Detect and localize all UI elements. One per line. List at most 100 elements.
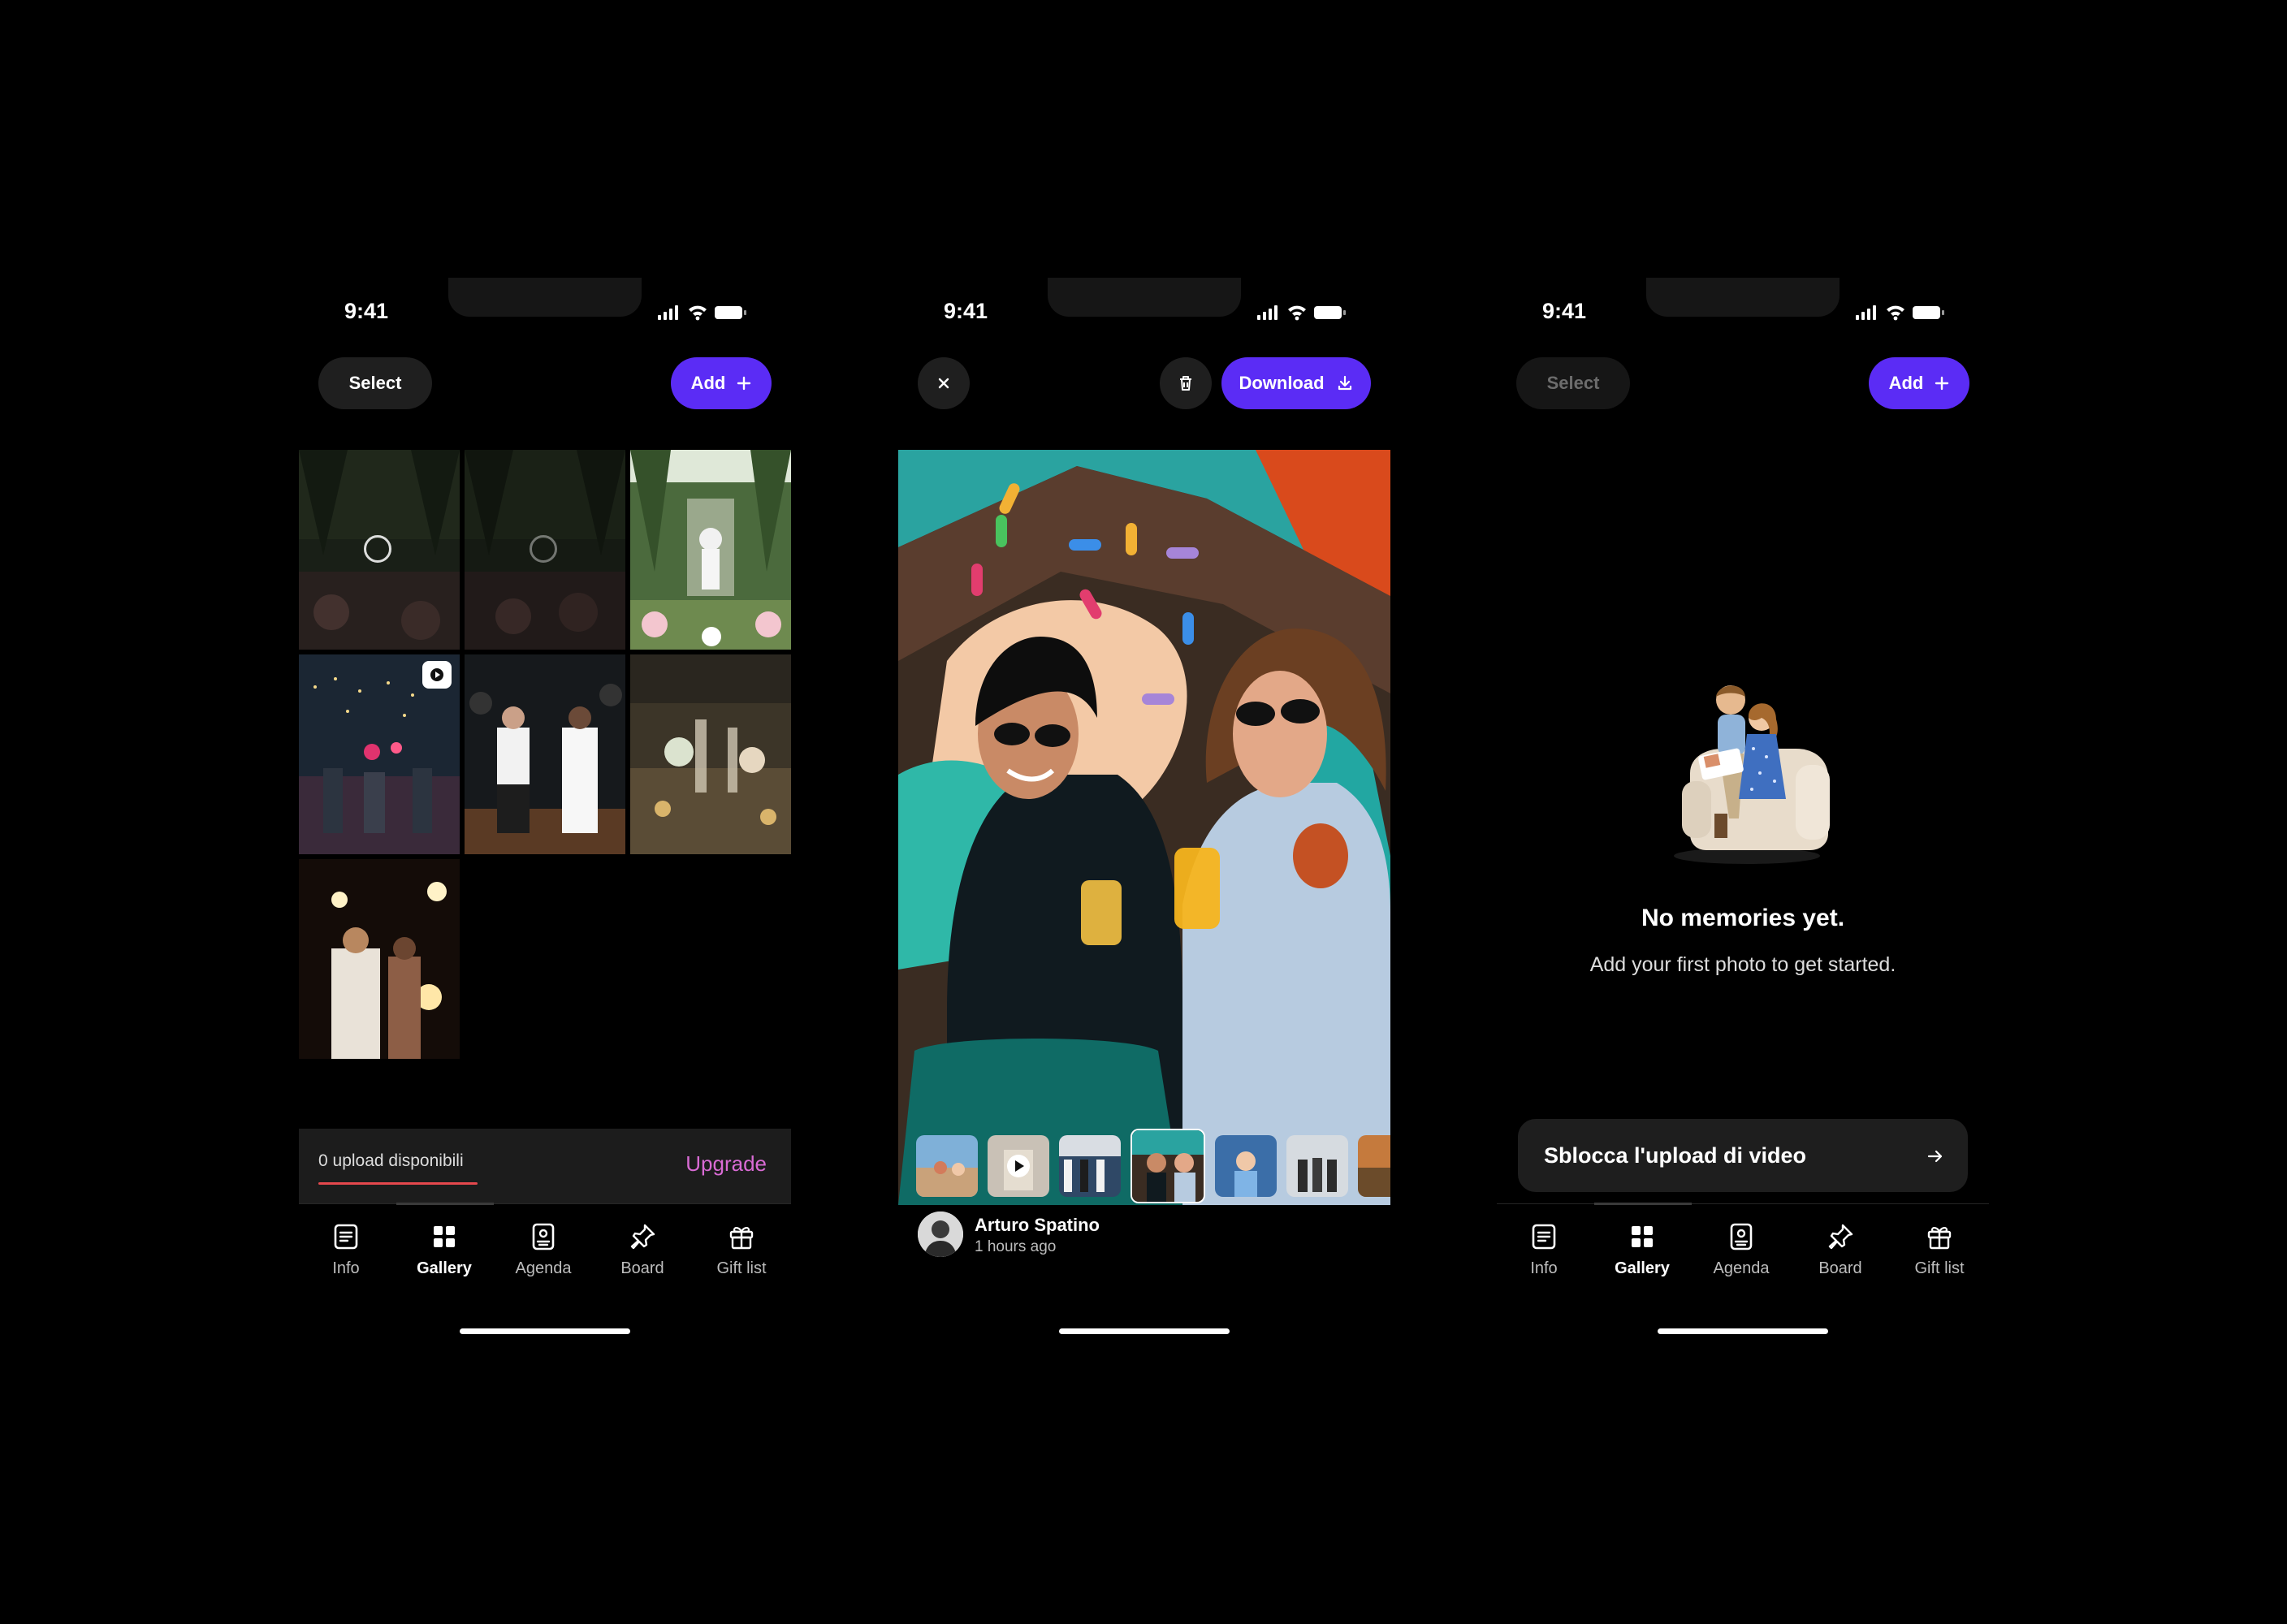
add-button-label: Add xyxy=(690,373,726,393)
close-button[interactable] xyxy=(918,357,970,409)
thumbnail[interactable] xyxy=(1358,1135,1390,1197)
avatar-image xyxy=(918,1212,963,1257)
status-bar: 9:41 xyxy=(1497,278,1989,343)
agenda-icon xyxy=(527,1220,560,1253)
author-info: Arturo Spatino 1 hours ago xyxy=(918,1212,1373,1260)
tab-gift-list[interactable]: Gift list xyxy=(1895,1220,1984,1278)
thumbnail-image xyxy=(916,1135,978,1197)
plus-icon xyxy=(737,376,751,391)
select-button-disabled[interactable]: Select xyxy=(1516,357,1630,409)
select-button-label: Select xyxy=(348,373,402,393)
tab-info[interactable]: Info xyxy=(301,1220,391,1278)
pin-icon xyxy=(1824,1220,1857,1253)
photo-viewer-screen: 9:41 Download Arturo Spatino 1 hours ago xyxy=(898,278,1390,1341)
close-icon xyxy=(938,378,949,389)
thumbnail-strip[interactable] xyxy=(898,1122,1390,1205)
upload-quota-bar: 0 upload disponibili Upgrade xyxy=(299,1129,791,1203)
tab-board[interactable]: Board xyxy=(1796,1220,1885,1278)
status-time: 9:41 xyxy=(1542,299,1587,323)
download-icon xyxy=(1338,375,1351,391)
select-button[interactable]: Select xyxy=(318,357,432,409)
photo-image xyxy=(630,450,791,650)
photo-image xyxy=(465,654,625,854)
tab-bar: Info Gallery Agenda Board Gift list xyxy=(1497,1203,1989,1285)
tab-label: Info xyxy=(332,1259,360,1277)
status-bar: 9:41 xyxy=(898,278,1390,343)
photo-tile[interactable] xyxy=(630,450,791,650)
photo-tile-uploading[interactable] xyxy=(299,450,460,650)
download-button[interactable]: Download xyxy=(1221,357,1371,409)
tab-label: Gallery xyxy=(417,1259,472,1277)
dynamic-island xyxy=(448,278,642,317)
tab-label: Agenda xyxy=(515,1259,572,1277)
status-icons xyxy=(656,302,754,322)
grid-icon xyxy=(1626,1220,1658,1253)
author-name: Arturo Spatino xyxy=(975,1215,1100,1235)
tab-label: Gift list xyxy=(716,1259,767,1277)
tab-gallery[interactable]: Gallery xyxy=(400,1220,489,1278)
upgrade-link[interactable]: Upgrade xyxy=(685,1151,767,1177)
upload-status-text: 0 upload disponibili xyxy=(318,1151,464,1170)
pin-icon xyxy=(626,1220,659,1253)
thumbnail[interactable] xyxy=(1059,1135,1121,1197)
thumbnail-image xyxy=(1358,1135,1390,1197)
home-indicator xyxy=(460,1328,630,1334)
thumbnail[interactable] xyxy=(1215,1135,1277,1197)
upload-quota-underline xyxy=(318,1182,478,1185)
photo-viewer[interactable] xyxy=(898,450,1390,1205)
loading-spinner xyxy=(364,535,391,563)
tab-gallery[interactable]: Gallery xyxy=(1597,1220,1687,1278)
empty-state-subtitle: Add your first photo to get started. xyxy=(1589,953,1896,976)
empty-state-title: No memories yet. xyxy=(1641,905,1845,931)
tab-bar: Info Gallery Agenda Board Gift list xyxy=(299,1203,791,1285)
status-icons xyxy=(1854,302,1952,322)
thumbnail-image xyxy=(1132,1130,1204,1202)
unlock-video-upload-button[interactable]: Sblocca l'upload di video xyxy=(1518,1119,1968,1192)
tab-gift-list[interactable]: Gift list xyxy=(697,1220,786,1278)
dynamic-island xyxy=(1646,278,1840,317)
photo-image xyxy=(299,859,460,1059)
avatar[interactable] xyxy=(918,1212,963,1257)
doc-icon xyxy=(1528,1220,1560,1253)
empty-gallery-screen: 9:41 Select Add No memories yet. Add you… xyxy=(1497,278,1989,1341)
tab-label: Board xyxy=(1818,1259,1862,1277)
cta-label: Sblocca l'upload di video xyxy=(1544,1143,1806,1168)
photo-tile[interactable] xyxy=(630,654,791,854)
gallery-screen: 9:41 Select Add 0 upload disponibili Upg… xyxy=(299,278,791,1341)
thumbnail-selected[interactable] xyxy=(1131,1129,1205,1203)
status-bar: 9:41 xyxy=(299,278,791,343)
tab-label: Board xyxy=(620,1259,664,1277)
active-tab-indicator xyxy=(1594,1203,1692,1205)
thumbnail-image xyxy=(1215,1135,1277,1197)
tab-info[interactable]: Info xyxy=(1499,1220,1589,1278)
tab-agenda[interactable]: Agenda xyxy=(1697,1220,1786,1278)
thumbnail-image xyxy=(1286,1135,1348,1197)
photo-tile[interactable] xyxy=(299,859,460,1059)
add-button-label: Add xyxy=(1888,373,1924,393)
thumbnail[interactable] xyxy=(916,1135,978,1197)
video-tile[interactable] xyxy=(299,654,460,854)
arrow-right-icon xyxy=(1927,1150,1943,1163)
thumbnail-image xyxy=(1059,1135,1121,1197)
thumbnail[interactable] xyxy=(1286,1135,1348,1197)
thumbnail-image xyxy=(988,1135,1049,1197)
couple-on-sofa-illustration xyxy=(1674,685,1830,864)
main-photo xyxy=(898,450,1390,1205)
loading-spinner xyxy=(530,535,557,563)
photo-tile-uploading[interactable] xyxy=(465,450,625,650)
tab-label: Gift list xyxy=(1914,1259,1965,1277)
home-indicator xyxy=(1658,1328,1828,1334)
tab-agenda[interactable]: Agenda xyxy=(499,1220,588,1278)
photo-tile[interactable] xyxy=(465,654,625,854)
add-button[interactable]: Add xyxy=(671,357,772,409)
delete-button[interactable] xyxy=(1160,357,1212,409)
plus-icon xyxy=(1935,376,1949,391)
home-indicator xyxy=(1059,1328,1230,1334)
add-button[interactable]: Add xyxy=(1869,357,1969,409)
doc-icon xyxy=(330,1220,362,1253)
dynamic-island xyxy=(1048,278,1241,317)
video-thumbnail[interactable] xyxy=(988,1135,1049,1197)
tab-board[interactable]: Board xyxy=(598,1220,687,1278)
download-button-label: Download xyxy=(1239,373,1325,393)
status-icons xyxy=(1256,302,1353,322)
